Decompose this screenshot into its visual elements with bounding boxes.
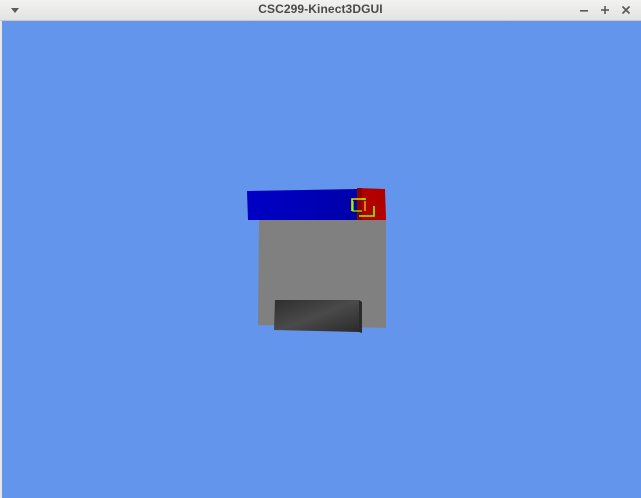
scene-canvas[interactable] <box>2 21 641 498</box>
3d-viewport[interactable] <box>2 21 641 498</box>
close-icon[interactable] <box>619 3 633 17</box>
blue-bar[interactable] <box>247 189 358 220</box>
maximize-icon[interactable] <box>598 3 612 17</box>
app-window: CSC299-Kinect3DGUI <box>0 0 641 498</box>
dark-block-edge <box>359 300 362 333</box>
title-bar[interactable]: CSC299-Kinect3DGUI <box>0 0 641 21</box>
window-title: CSC299-Kinect3DGUI <box>258 2 383 16</box>
dark-block <box>274 300 359 332</box>
minimize-icon[interactable] <box>577 3 591 17</box>
